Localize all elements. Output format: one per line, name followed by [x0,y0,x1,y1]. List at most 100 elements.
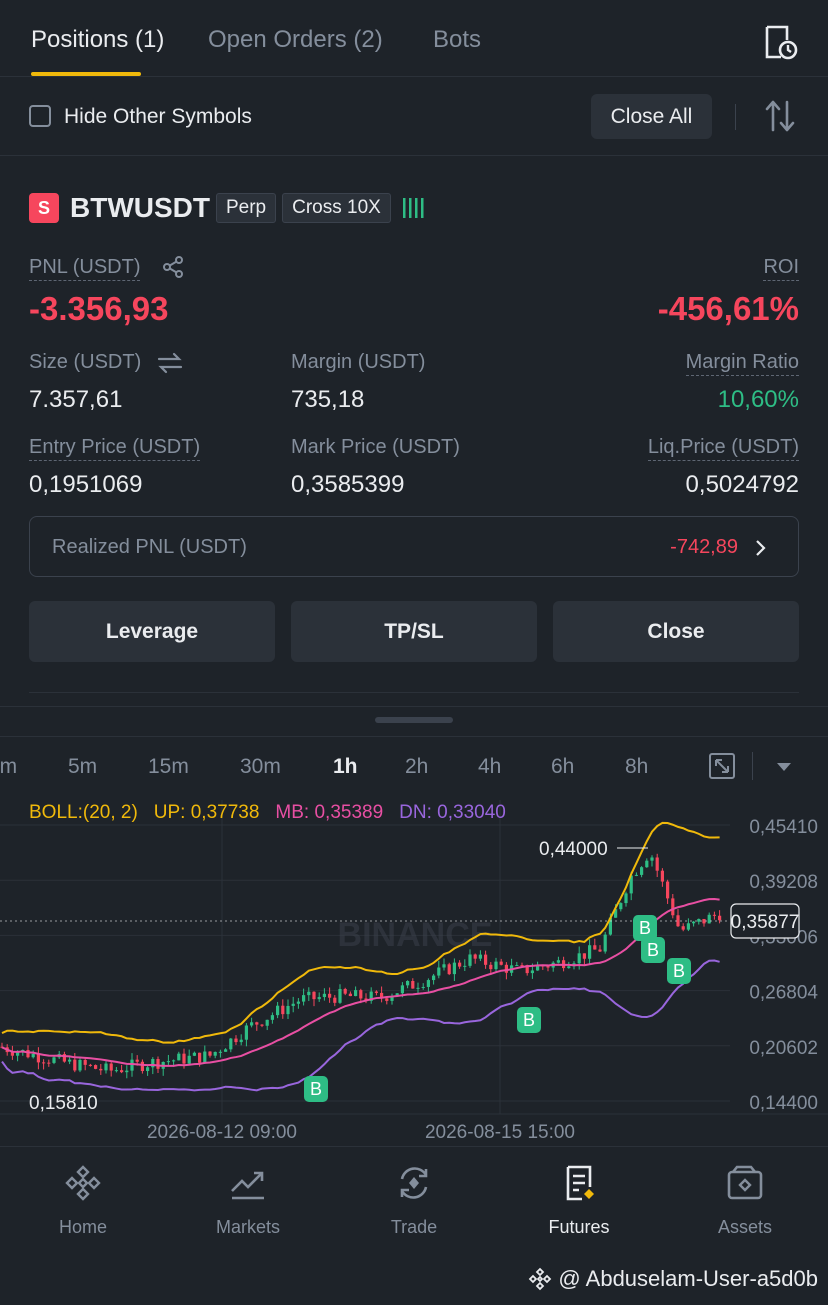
close-position-button[interactable]: Close [553,601,799,662]
entry-price-label: Entry Price (USDT) [29,436,201,461]
timeframe-3m[interactable]: 3m [0,755,17,779]
timeframe-4h[interactable]: 4h [478,755,501,779]
candle-body [317,997,321,1000]
mark-price-label: Mark Price (USDT) [291,436,460,458]
margin-value: 735,18 [291,386,365,413]
candle-body [130,1059,134,1071]
candle-body [697,918,701,922]
candle-body [556,960,560,963]
price-chart[interactable]: 0,454100,392080,330060,268040,206020,144… [0,800,828,1145]
boll-legend: BOLL:(20, 2) UP: 0,37738 MB: 0,35389 DN:… [29,802,506,824]
watermark-user: @ Abduselam-User-a5d0b [558,1266,818,1291]
candle-body [437,967,441,976]
close-all-button[interactable]: Close All [591,94,712,139]
size-value: 7.357,61 [29,386,123,413]
candle-body [94,1065,98,1069]
hide-other-symbols-label[interactable]: Hide Other Symbols [64,105,252,129]
candle-body [307,991,311,996]
candle-body [78,1059,82,1071]
position-symbol-row[interactable]: S BTWUSDT Perp Cross 10X [29,192,427,224]
tab-bots[interactable]: Bots [433,26,481,54]
nav-trade-label: Trade [390,1217,438,1237]
chart-expand-icon[interactable] [707,751,737,781]
nav-markets-label: Markets [215,1217,280,1237]
realized-pnl-row[interactable]: Realized PNL (USDT) -742,89 [29,516,799,577]
candle-body [47,1062,51,1064]
leverage-button[interactable]: Leverage [29,601,275,662]
drag-handle[interactable] [375,717,453,723]
timeframe-30m[interactable]: 30m [240,755,281,779]
candle-body [192,1052,196,1056]
chart-watermark: BINANCE [338,916,493,954]
candle-body [270,1015,274,1020]
candle-body [187,1055,191,1064]
nav-assets-label: Assets [717,1217,773,1237]
candle-body [208,1051,212,1056]
trade-swap-icon [400,1167,428,1199]
nav-markets[interactable]: Markets [165,1147,331,1247]
candle-body [146,1067,150,1072]
low-price-label: 0,15810 [29,1093,98,1114]
nav-trade[interactable]: Trade [331,1147,497,1247]
candle-body [634,874,638,876]
candle-body [478,954,482,959]
candle-body [463,965,467,967]
candle-body [385,998,389,1001]
y-tick-label: 0,45410 [749,817,818,838]
timeframe-2h[interactable]: 2h [405,755,428,779]
hide-other-symbols-checkbox[interactable] [29,105,51,127]
entry-price-value: 0,1951069 [29,471,143,498]
candle-body [515,965,519,967]
swap-unit-icon[interactable] [157,351,183,375]
candle-body [666,881,670,899]
candle-body [494,961,498,970]
timeframe-6h[interactable]: 6h [551,755,574,779]
candle-body [582,953,586,959]
timeframe-1h[interactable]: 1h [333,755,358,779]
candle-body [255,1022,259,1025]
candle-body [31,1053,35,1058]
tab-positions[interactable]: Positions (1) [31,26,164,54]
candle-body [135,1059,139,1062]
divider [0,706,828,707]
nav-futures[interactable]: Futures [496,1147,662,1247]
tab-open-orders[interactable]: Open Orders (2) [208,26,383,54]
candle-body [73,1059,77,1071]
x-tick-label: 2026-08-15 15:00 [425,1122,575,1143]
margin-ratio-label: Margin Ratio [685,351,799,376]
futures-document-icon [566,1165,594,1201]
candle-body [499,961,503,965]
candle-body [489,964,493,970]
nav-futures-label: Futures [548,1217,610,1237]
chevron-right-icon [756,540,766,556]
candle-body [104,1063,108,1071]
candle-body [458,962,462,967]
markets-chart-icon [231,1171,264,1200]
candle-body [260,1024,264,1026]
mark-price-value: 0,3585399 [291,471,405,498]
roi-value: -456,61% [657,290,799,327]
margin-mode-chip[interactable]: Cross 10X [282,193,391,223]
nav-assets[interactable]: Assets [662,1147,828,1247]
timeframe-15m[interactable]: 15m [148,755,189,779]
pnl-label[interactable]: PNL (USDT) [29,256,141,281]
candle-body [650,857,654,861]
y-tick-label: 0,20602 [749,1038,818,1059]
sort-icon[interactable] [762,98,798,134]
liq-price-label: Liq.Price (USDT) [647,436,799,461]
candle-body [411,981,415,989]
y-tick-label: 0,26804 [749,983,818,1004]
caret-down-icon[interactable] [776,762,792,772]
candle-body [322,993,326,998]
timeframe-8h[interactable]: 8h [625,755,648,779]
share-icon[interactable] [161,255,185,279]
candle-body [36,1053,40,1063]
binance-logo-icon [529,1267,552,1291]
candle-body [400,985,404,994]
order-history-icon[interactable] [762,24,798,60]
candle-body [276,1005,280,1016]
nav-home[interactable]: Home [0,1147,166,1247]
tpsl-button[interactable]: TP/SL [291,601,537,662]
timeframe-5m[interactable]: 5m [68,755,97,779]
candle-body [640,867,644,875]
